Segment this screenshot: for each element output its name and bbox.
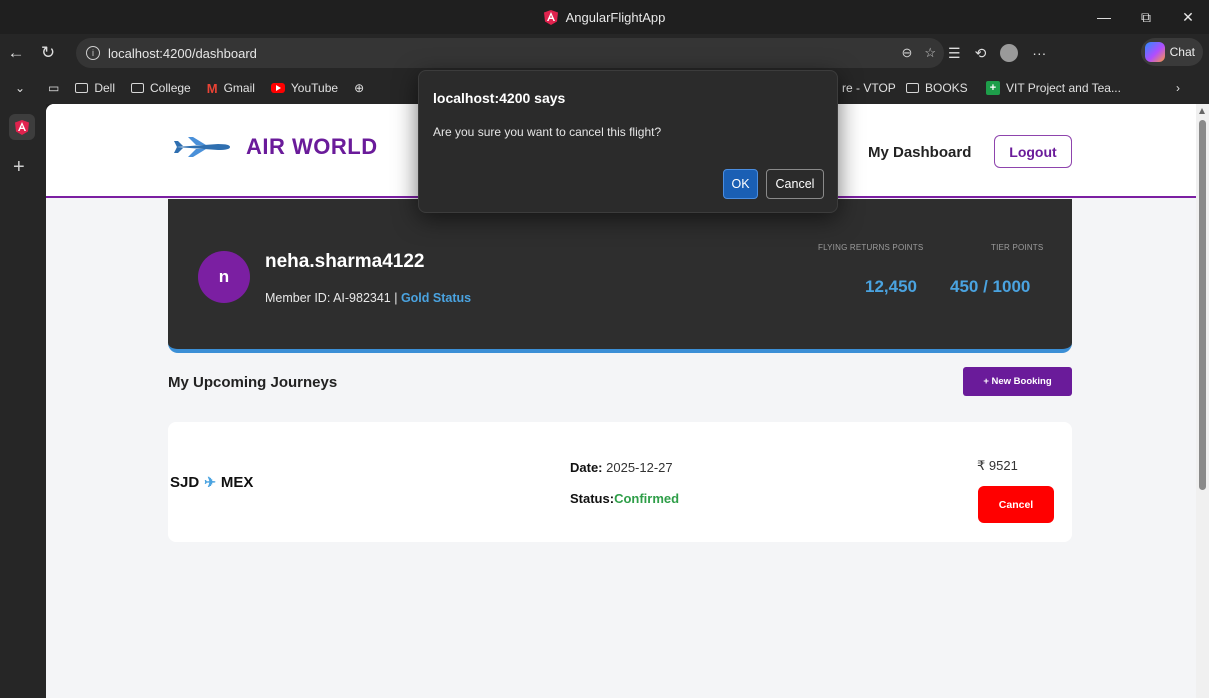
more-menu-icon[interactable]: ··· [1032, 45, 1046, 61]
flight-card: SJD ✈ MEX Date: 2025-12-27 Status:Confir… [168, 422, 1072, 542]
favorite-star-icon[interactable]: ☆ [924, 45, 936, 61]
folder-icon [131, 83, 145, 93]
bookmark-vtop[interactable]: re - VTOP [834, 72, 904, 104]
points-value: 12,450 [865, 277, 917, 296]
tab-actions-icon[interactable]: ▭ [40, 72, 67, 104]
minimize-icon[interactable]: — [1083, 0, 1125, 34]
dialog-title: localhost:4200 says [433, 90, 566, 106]
brand-logo[interactable]: AIR WORLD [174, 134, 378, 160]
bookmark-books[interactable]: BOOKS [898, 72, 976, 104]
scroll-up-icon[interactable] [1199, 108, 1205, 114]
zoom-icon[interactable]: ⊖ [901, 45, 912, 61]
vertical-tab-strip: + [0, 104, 46, 698]
section-title: My Upcoming Journeys [168, 374, 338, 391]
angular-icon [15, 119, 29, 135]
profile-card: n neha.sharma4122 Member ID: AI-982341 |… [168, 199, 1072, 353]
status-value: Confirmed [614, 491, 680, 506]
points-label: FLYING RETURNS POINTS [818, 243, 924, 252]
bookmark-label: re - VTOP [842, 81, 896, 95]
confirm-dialog: localhost:4200 says Are you sure you wan… [418, 70, 838, 213]
chevron-down-icon[interactable]: ⌄ [0, 72, 40, 104]
copilot-icon [1144, 42, 1165, 62]
dialog-cancel-button[interactable]: Cancel [766, 169, 824, 199]
address-bar-row: ← ↻ i localhost:4200/dashboard ⊖ ☆ ☰ ⟲ ·… [0, 34, 1209, 72]
restore-icon[interactable]: ⧉ [1125, 0, 1167, 34]
bookmark-vit-project[interactable]: + VIT Project and Tea... [978, 72, 1129, 104]
folder-icon [75, 83, 89, 93]
dialog-message: Are you sure you want to cancel this fli… [433, 125, 662, 139]
flight-date: Date: 2025-12-27 [570, 460, 673, 475]
member-info: Member ID: AI-982341 | Gold Status [265, 291, 471, 305]
bookmark-label: BOOKS [925, 81, 968, 95]
member-id: Member ID: AI-982341 | [265, 291, 401, 305]
address-bar[interactable]: i localhost:4200/dashboard ⊖ ☆ [76, 38, 944, 68]
history-icon[interactable]: ⟲ [975, 45, 987, 62]
refresh-icon[interactable]: ↻ [32, 37, 64, 69]
gmail-icon: M [206, 80, 218, 96]
bookmark-dell[interactable]: Dell [67, 72, 123, 104]
new-booking-button[interactable]: + New Booking [963, 367, 1072, 396]
flight-route: SJD ✈ MEX [170, 474, 253, 491]
close-icon[interactable]: ✕ [1167, 0, 1209, 34]
bookmark-gmail[interactable]: M Gmail [199, 72, 263, 104]
bookmark-label: College [150, 81, 191, 95]
window-title-text: AngularFlightApp [565, 9, 666, 25]
address-bar-actions: ⊖ ☆ [901, 45, 936, 61]
date-label: Date: [570, 460, 603, 475]
back-icon[interactable]: ← [0, 37, 32, 69]
scroll-thumb[interactable] [1199, 120, 1206, 490]
date-value: 2025-12-27 [606, 460, 673, 475]
angular-icon [543, 9, 558, 25]
avatar: n [198, 251, 250, 303]
status-label: Status: [570, 491, 615, 506]
site-info-icon[interactable]: i [86, 46, 100, 60]
profile-username: neha.sharma4122 [265, 251, 425, 272]
status-badge: Gold Status [400, 291, 472, 305]
bookmark-label: YouTube [290, 81, 339, 95]
bookmark-college[interactable]: College [123, 72, 199, 104]
dialog-ok-button[interactable]: OK [723, 169, 758, 199]
toolbar-actions: ☰ ⟲ ··· [948, 38, 1046, 68]
logout-button[interactable]: Logout [994, 135, 1072, 168]
cancel-flight-button[interactable]: Cancel [978, 486, 1054, 523]
new-tab-icon[interactable]: + [13, 156, 25, 179]
window-title: AngularFlightApp [543, 9, 666, 25]
copilot-chat-button[interactable]: Chat [1140, 38, 1203, 66]
active-tab[interactable] [9, 114, 35, 140]
chevron-right-icon[interactable]: › [1168, 72, 1188, 104]
airplane-logo-icon [174, 137, 230, 157]
favorites-icon[interactable]: ☰ [948, 45, 961, 62]
flight-price: ₹ 9521 [977, 458, 1018, 473]
profile-icon[interactable] [1000, 44, 1019, 62]
youtube-icon [270, 83, 285, 93]
bookmark-label: Dell [94, 81, 116, 95]
plane-icon: ✈ [204, 474, 216, 490]
brand-name: AIR WORLD [246, 134, 378, 159]
url-text[interactable]: localhost:4200/dashboard [108, 46, 257, 61]
route-from: SJD [170, 474, 200, 491]
window-controls: — ⧉ ✕ [1083, 0, 1209, 34]
scrollbar[interactable] [1196, 104, 1209, 698]
chat-label: Chat [1169, 45, 1195, 59]
bookmark-label: VIT Project and Tea... [1006, 81, 1121, 95]
folder-icon [906, 83, 919, 93]
bookmark-youtube[interactable]: YouTube [263, 72, 346, 104]
vit-icon: + [986, 81, 1000, 95]
tier-value: 450 / 1000 [950, 277, 1031, 296]
window-title-bar: AngularFlightApp — ⧉ ✕ [0, 0, 1209, 34]
nav-my-dashboard[interactable]: My Dashboard [868, 144, 971, 161]
flight-status: Status:Confirmed [570, 491, 679, 506]
globe-icon[interactable]: ⊕ [346, 72, 372, 104]
tier-label: TIER POINTS [991, 243, 1044, 252]
route-to: MEX [220, 474, 254, 491]
bookmark-label: Gmail [223, 81, 255, 95]
